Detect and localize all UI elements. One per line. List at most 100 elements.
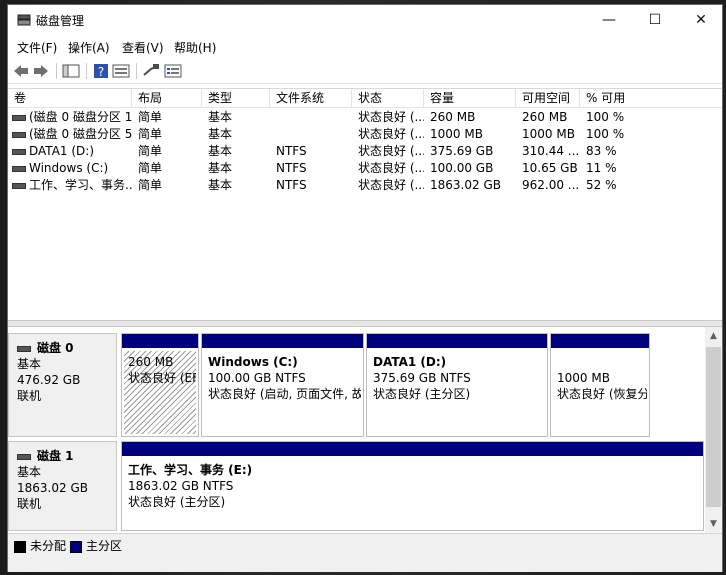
partition-body: 1000 MB 状态良好 (恢复分	[553, 351, 647, 434]
volume-status: 状态良好 (...	[358, 127, 424, 141]
close-button[interactable]: ✕	[678, 5, 724, 35]
scrollbar-thumb[interactable]	[706, 347, 721, 507]
volume-icon	[12, 131, 26, 138]
volume-free-space: 962.00 ...	[522, 178, 580, 192]
partition-body: Windows (C:) 100.00 GB NTFS 状态良好 (启动, 页面…	[204, 351, 361, 434]
disk-icon	[17, 345, 31, 352]
pane-splitter[interactable]	[8, 320, 722, 327]
connect-icon[interactable]	[142, 63, 160, 79]
partition-name: DATA1 (D:)	[373, 355, 447, 369]
partition-efi[interactable]: 260 MB 状态良好 (EF	[121, 333, 199, 437]
volume-name: (磁盘 0 磁盘分区 5)	[12, 126, 132, 143]
partition-recovery[interactable]: 1000 MB 状态良好 (恢复分	[550, 333, 650, 437]
volume-free-space: 310.44 ...	[522, 144, 580, 158]
table-row[interactable]: (磁盘 0 磁盘分区 5) 简单 基本 状态良好 (... 1000 MB 10…	[8, 126, 722, 143]
partition-name: 工作、学习、事务 (E:)	[128, 463, 253, 477]
partition-bar	[122, 442, 703, 456]
title-bar[interactable]: 磁盘管理 — ☐ ✕	[8, 5, 722, 35]
disk-1-label[interactable]: 磁盘 1 基本 1863.02 GB 联机	[8, 441, 117, 531]
col-type[interactable]: 类型	[202, 89, 270, 107]
disk-type: 基本	[17, 465, 42, 479]
volume-icon	[12, 148, 26, 155]
volume-type: 基本	[208, 178, 233, 192]
partition-work-e[interactable]: 工作、学习、事务 (E:) 1863.02 GB NTFS 状态良好 (主分区)	[121, 441, 704, 531]
disk-icon	[17, 453, 31, 460]
volume-percent-free: 83 %	[586, 144, 617, 158]
graph-scrollbar[interactable]: ▲ ▼	[705, 327, 722, 533]
partition-body: 260 MB 状态良好 (EF	[124, 351, 196, 434]
partition-size: 100.00 GB NTFS	[208, 371, 306, 385]
volume-capacity: 100.00 GB	[430, 161, 494, 175]
menu-action[interactable]: 操作(A)	[68, 39, 110, 56]
disk-size: 1863.02 GB	[17, 481, 88, 495]
partition-size: 1863.02 GB NTFS	[128, 479, 234, 493]
volume-type: 基本	[208, 144, 233, 158]
minimize-button[interactable]: —	[586, 5, 632, 35]
volume-free-space: 260 MB	[522, 110, 568, 124]
volume-status: 状态良好 (...	[358, 178, 424, 192]
col-filesystem[interactable]: 文件系统	[270, 89, 352, 107]
console-tree-icon[interactable]	[62, 63, 80, 79]
volume-list-header: 卷 布局 类型 文件系统 状态 容量 可用空间 % 可用	[8, 89, 722, 108]
volume-layout: 简单	[138, 144, 163, 158]
col-percent-free[interactable]: % 可用	[580, 89, 722, 107]
window-title: 磁盘管理	[36, 14, 85, 28]
volume-type: 基本	[208, 127, 233, 141]
volume-name: Windows (C:)	[12, 160, 132, 177]
volume-icon	[12, 114, 26, 121]
volume-percent-free: 52 %	[586, 178, 617, 192]
volume-percent-free: 100 %	[586, 127, 625, 141]
menu-view[interactable]: 查看(V)	[122, 39, 164, 56]
col-layout[interactable]: 布局	[132, 89, 202, 107]
disk-name: 磁盘 1	[37, 449, 74, 463]
help-icon[interactable]: ?	[92, 63, 110, 79]
col-status[interactable]: 状态	[352, 89, 424, 107]
partition-status: 状态良好 (主分区)	[128, 495, 226, 509]
volume-status: 状态良好 (...	[358, 110, 424, 124]
maximize-button[interactable]: ☐	[632, 5, 678, 35]
col-free-space[interactable]: 可用空间	[516, 89, 580, 107]
volume-icon	[12, 182, 26, 189]
disk-state: 联机	[17, 497, 42, 511]
forward-arrow-icon[interactable]	[32, 63, 50, 79]
volume-name: (磁盘 0 磁盘分区 1)	[12, 109, 132, 126]
back-arrow-icon[interactable]	[12, 63, 30, 79]
volume-status: 状态良好 (...	[358, 161, 424, 175]
menu-bar: 文件(F) 操作(A) 查看(V) 帮助(H)	[8, 37, 722, 57]
partition-bar	[122, 334, 198, 348]
volume-free-space: 1000 MB	[522, 127, 575, 141]
partition-data1[interactable]: DATA1 (D:) 375.69 GB NTFS 状态良好 (主分区)	[366, 333, 548, 437]
col-capacity[interactable]: 容量	[424, 89, 516, 107]
menu-help[interactable]: 帮助(H)	[174, 39, 216, 56]
col-volume[interactable]: 卷	[8, 89, 132, 107]
volume-type: 基本	[208, 161, 233, 175]
table-row[interactable]: DATA1 (D:) 简单 基本 NTFS 状态良好 (... 375.69 G…	[8, 143, 722, 160]
table-row[interactable]: (磁盘 0 磁盘分区 1) 简单 基本 状态良好 (... 260 MB 260…	[8, 109, 722, 126]
volume-capacity: 1000 MB	[430, 127, 483, 141]
table-row[interactable]: Windows (C:) 简单 基本 NTFS 状态良好 (... 100.00…	[8, 160, 722, 177]
volume-filesystem: NTFS	[276, 144, 307, 158]
volume-list[interactable]: 卷 布局 类型 文件系统 状态 容量 可用空间 % 可用 (磁盘 0 磁盘分区 …	[8, 88, 722, 321]
legend-bar: 未分配 主分区	[8, 533, 722, 572]
list-icon[interactable]	[164, 63, 182, 79]
properties-icon[interactable]	[112, 63, 130, 79]
disk-size: 476.92 GB	[17, 373, 81, 387]
volume-capacity: 1863.02 GB	[430, 178, 501, 192]
toolbar: ?	[8, 59, 722, 84]
volume-name: DATA1 (D:)	[12, 143, 132, 160]
disk-0-label[interactable]: 磁盘 0 基本 476.92 GB 联机	[8, 333, 117, 437]
scroll-down-icon[interactable]: ▼	[705, 517, 722, 531]
legend-swatch	[70, 540, 82, 553]
scroll-up-icon[interactable]: ▲	[705, 329, 722, 343]
partition-size: 375.69 GB NTFS	[373, 371, 471, 385]
partition-size: 1000 MB	[557, 371, 610, 385]
partition-bar	[551, 334, 649, 348]
disk-management-window: 磁盘管理 — ☐ ✕ 文件(F) 操作(A) 查看(V) 帮助(H) ? 卷 布…	[7, 4, 723, 572]
disk-graphical-view: 磁盘 0 基本 476.92 GB 联机 260 MB 状态良好 (EF Win…	[8, 327, 722, 533]
volume-percent-free: 11 %	[586, 161, 617, 175]
disk-name: 磁盘 0	[37, 341, 74, 355]
menu-file[interactable]: 文件(F)	[17, 39, 57, 56]
volume-layout: 简单	[138, 110, 163, 124]
partition-windows[interactable]: Windows (C:) 100.00 GB NTFS 状态良好 (启动, 页面…	[201, 333, 364, 437]
table-row[interactable]: 工作、学习、事务... 简单 基本 NTFS 状态良好 (... 1863.02…	[8, 177, 722, 194]
